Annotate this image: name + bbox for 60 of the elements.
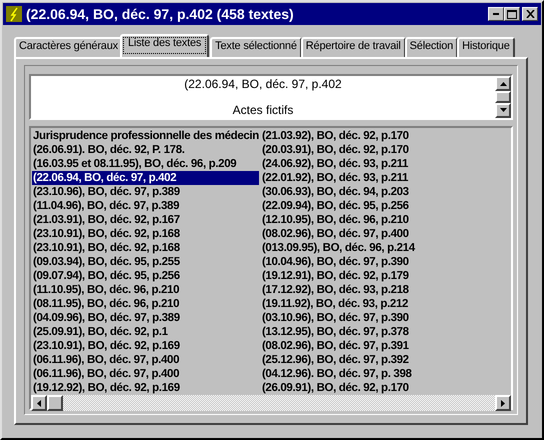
list-item[interactable]: (25.09.91), BO, déc. 92, p.1 [32, 325, 259, 339]
list-item[interactable]: (16.03.95 et 08.11.95), BO, déc. 96, p.209 [32, 157, 259, 171]
list-item[interactable]: (13.12.95), BO, déc. 97, p.378 [260, 325, 415, 339]
maximize-icon [507, 10, 517, 18]
vertical-scrollbar[interactable] [495, 76, 511, 118]
list-item[interactable]: (17.12.92), BO, déc. 93, p.218 [260, 283, 415, 297]
list-item[interactable]: (12.10.95), BO, déc. 96, p.210 [260, 213, 415, 227]
list-item[interactable]: (26.09.91), BO, déc. 92, p.170 [260, 381, 415, 395]
preview-line: (22.06.94, BO, déc. 97, p.402 [184, 78, 342, 91]
list-item[interactable]: (08.11.95), BO, déc. 96, p.210 [32, 297, 259, 311]
down-arrow-icon [500, 108, 506, 112]
list-item[interactable]: (21.03.92), BO, déc. 92, p.170 [260, 129, 415, 143]
left-arrow-icon [37, 400, 41, 406]
tab[interactable]: Caractères généraux [14, 37, 123, 57]
list-item[interactable]: (19.11.92), BO, déc. 93, p.212 [260, 297, 415, 311]
list-item[interactable]: (09.03.94), BO, déc. 95, p.255 [32, 255, 259, 269]
tab[interactable]: Liste des textes [120, 34, 210, 57]
list-item[interactable]: (21.03.91), BO, déc. 92, p.167 [32, 213, 259, 227]
list-item[interactable]: (19.12.91), BO, déc. 92, p.179 [260, 269, 415, 283]
list-item[interactable]: (19.12.92), BO, déc. 92, p.169 [32, 381, 259, 395]
list-item[interactable]: (013.09.95), BO, déc. 96, p.214 [260, 241, 415, 255]
list-item[interactable]: (11.04.96), BO, déc. 97, p.389 [32, 199, 259, 213]
tab[interactable]: Texte sélectionné [210, 37, 302, 57]
list-item[interactable]: (06.11.96), BO, déc. 97, p.400 [32, 353, 259, 367]
list-item[interactable]: (04.12.96). BO, déc. 97, p. 398 [260, 367, 415, 381]
list-item[interactable]: Jurisprudence professionnelle des médecin [32, 129, 259, 143]
maximize-button[interactable] [504, 7, 520, 21]
list-item[interactable]: (09.07.94), BO, déc. 95, p.256 [32, 269, 259, 283]
list-item[interactable]: (11.10.95), BO, déc. 96, p.210 [32, 283, 259, 297]
list-item[interactable]: (08.02.96), BO, déc. 97, p.391 [260, 339, 415, 353]
list-item[interactable]: (03.10.96), BO, déc. 97, p.390 [260, 311, 415, 325]
list-item[interactable]: (30.06.93), BO, déc. 94, p.203 [260, 185, 415, 199]
tab[interactable]: Sélection [404, 37, 458, 57]
window-title: (22.06.94, BO, déc. 97, p.402 (458 textes) [26, 6, 295, 22]
list-item[interactable]: (22.06.94, BO, déc. 97, p.402 [32, 171, 259, 185]
list-item[interactable]: (23.10.91), BO, déc. 92, p.168 [32, 241, 259, 255]
list-item[interactable]: (23.10.91), BO, déc. 92, p.168 [32, 227, 259, 241]
minimize-icon [493, 13, 499, 15]
list-item[interactable]: (08.02.96), BO, déc. 97, p.400 [260, 227, 415, 241]
preview-line: Actes fictifs [232, 104, 294, 117]
scroll-thumb[interactable] [47, 395, 63, 411]
minimize-button[interactable] [488, 7, 504, 21]
list-item[interactable]: (10.04.96), BO, déc. 97, p.390 [260, 255, 415, 269]
close-button[interactable] [522, 7, 538, 21]
list-item[interactable]: (23.10.91), BO, déc. 92, p.169 [32, 339, 259, 353]
up-arrow-icon [500, 82, 506, 86]
right-arrow-icon [501, 400, 505, 406]
list-item[interactable]: (24.06.92), BO, déc. 93, p.211 [260, 157, 415, 171]
tab[interactable]: Répertoire de travail [300, 37, 406, 57]
tab[interactable]: Historique [457, 37, 515, 57]
list-item[interactable]: (23.10.96), BO, déc. 97, p.389 [32, 185, 259, 199]
list-item[interactable]: (26.06.91). BO, déc. 92, P. 178. [32, 143, 259, 157]
list-item[interactable]: (22.09.94), BO, déc. 95, p.256 [260, 199, 415, 213]
list-item[interactable]: (04.09.96), BO, déc. 97, p.389 [32, 311, 259, 325]
list-item[interactable]: (25.12.96), BO, déc. 97, p.392 [260, 353, 415, 367]
horizontal-scrollbar[interactable] [31, 395, 511, 411]
list-item[interactable]: (22.01.92), BO, déc. 93, p.211 [260, 171, 415, 185]
list-item[interactable]: (06.11.96), BO, déc. 97, p.400 [32, 367, 259, 381]
close-icon [526, 10, 534, 18]
list-item[interactable]: (20.03.91), BO, déc. 92, p.170 [260, 143, 415, 157]
